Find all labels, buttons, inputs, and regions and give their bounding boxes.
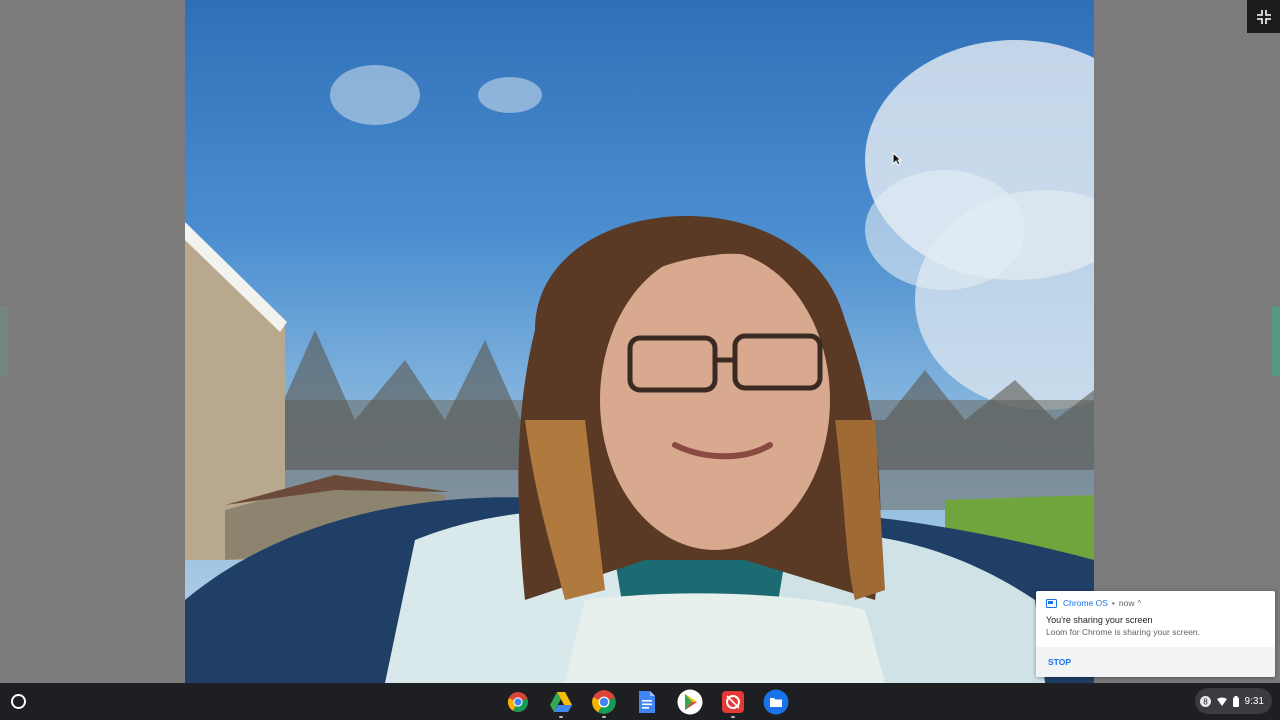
screencastify-icon <box>721 691 744 713</box>
svg-text:8: 8 <box>1203 697 1208 706</box>
running-indicator <box>558 716 563 718</box>
chevron-up-icon[interactable]: ^ <box>1137 599 1141 608</box>
screen-share-notification: Chrome OS • now ^ You're sharing your sc… <box>1036 591 1275 677</box>
files-icon <box>763 689 788 715</box>
shelf-app-chrome[interactable] <box>496 686 539 718</box>
shelf-app-play-store[interactable] <box>668 686 711 718</box>
google-docs-icon <box>638 691 655 713</box>
cast-screen-icon <box>1046 598 1057 608</box>
running-indicator <box>730 716 735 718</box>
mouse-cursor <box>892 151 903 171</box>
status-tray[interactable]: 8 9:31 <box>1195 688 1272 714</box>
shelf-apps <box>496 686 797 718</box>
shelf-app-screencastify[interactable] <box>711 686 754 718</box>
battery-icon <box>1232 695 1239 707</box>
shelf-app-drive[interactable] <box>539 686 582 718</box>
right-edge-strip <box>1272 306 1280 376</box>
chrome-icon <box>591 690 616 714</box>
google-drive-icon <box>549 692 572 712</box>
chrome-icon <box>507 692 528 712</box>
google-play-icon <box>677 689 702 715</box>
clock: 9:31 <box>1244 695 1264 707</box>
notification-app-name: Chrome OS <box>1063 598 1108 608</box>
notification-title: You're sharing your screen <box>1046 615 1153 625</box>
running-indicator <box>601 716 606 718</box>
wifi-icon <box>1216 697 1227 706</box>
notification-header: Chrome OS • now ^ <box>1036 593 1275 613</box>
notification-count-icon: 8 <box>1199 695 1211 707</box>
notification-body: Loom for Chrome is sharing your screen. <box>1046 627 1201 637</box>
launcher-circle-icon[interactable] <box>11 694 26 709</box>
camera-video-feed <box>185 0 1094 683</box>
shelf-app-docs[interactable] <box>625 686 668 718</box>
notification-separator: • <box>1111 598 1115 608</box>
stop-sharing-button[interactable]: STOP <box>1036 657 1083 667</box>
shelf-app-chrome-2[interactable] <box>582 686 625 718</box>
notification-time: now <box>1118 598 1135 608</box>
notification-actions: STOP <box>1036 647 1275 677</box>
exit-fullscreen-button[interactable] <box>1247 0 1280 33</box>
shelf: 8 9:31 <box>0 683 1280 720</box>
left-edge-strip <box>0 306 8 376</box>
shelf-app-files[interactable] <box>754 686 797 718</box>
exit-fullscreen-icon <box>1256 9 1271 24</box>
